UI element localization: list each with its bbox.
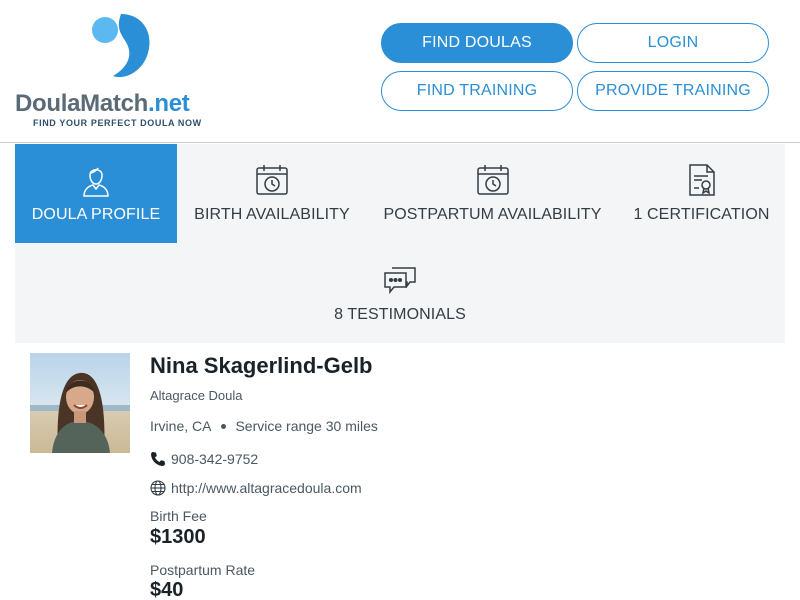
globe-icon [150,480,166,496]
logo-tagline: FIND YOUR PERFECT DOULA NOW [33,118,202,128]
tab-postpartum-availability[interactable]: POSTPARTUM AVAILABILITY [367,144,618,243]
doula-name: Nina Skagerlind-Gelb [150,353,373,378]
doula-location: Irvine, CA Service range 30 miles [150,418,378,434]
logo-wordmark: DoulaMatch.net [15,90,190,118]
chat-bubbles-icon [382,262,418,298]
birth-fee-value: $1300 [150,526,206,548]
logo-word-net: .net [148,90,190,117]
find-doulas-button[interactable]: FIND DOULAS [381,23,573,63]
doula-city: Irvine, CA [150,418,212,434]
doula-person-icon [78,162,114,198]
tab-label: 8 TESTIMONIALS [334,306,466,323]
profile-tabs: DOULA PROFILE BIRTH AVAILABILITY POSTPAR… [15,144,785,343]
site-header: DoulaMatch.net FIND YOUR PERFECT DOULA N… [0,0,800,143]
phone-icon [150,451,166,467]
tab-label: 1 CERTIFICATION [633,206,770,223]
tab-doula-profile[interactable]: DOULA PROFILE [15,144,177,243]
find-training-button[interactable]: FIND TRAINING [381,71,573,111]
postpartum-rate-value: $40 [150,579,184,600]
login-button[interactable]: LOGIN [577,23,769,63]
doulamatch-logo[interactable]: DoulaMatch.net FIND YOUR PERFECT DOULA N… [15,12,225,132]
service-range: Service range 30 miles [235,418,378,434]
tab-testimonials[interactable]: 8 TESTIMONIALS [305,244,495,343]
postpartum-rate-label: Postpartum Rate [150,562,256,578]
doula-agency: Altagrace Doula [150,388,243,403]
phone-row[interactable]: 908-342-9752 [150,451,258,467]
tab-birth-availability[interactable]: BIRTH AVAILABILITY [177,144,367,243]
logo-word-doula: Doula [15,90,81,117]
tab-certification[interactable]: 1 CERTIFICATION [618,144,785,243]
calendar-clock-icon [254,162,290,198]
separator-dot [221,423,227,429]
tab-label: BIRTH AVAILABILITY [194,206,350,223]
phone-number[interactable]: 908-342-9752 [171,451,258,467]
calendar-clock-icon [475,162,511,198]
birth-fee-label: Birth Fee [150,508,207,524]
profile-photo [30,353,130,453]
provide-training-button[interactable]: PROVIDE TRAINING [577,71,769,111]
website-row[interactable]: http://www.altagracedoula.com [150,480,362,496]
certificate-icon [684,162,720,198]
logo-mark-icon [92,14,150,78]
tab-label: POSTPARTUM AVAILABILITY [383,206,602,223]
website-link[interactable]: http://www.altagracedoula.com [171,480,362,496]
tab-label: DOULA PROFILE [31,206,161,223]
logo-word-match: Match [80,90,149,117]
